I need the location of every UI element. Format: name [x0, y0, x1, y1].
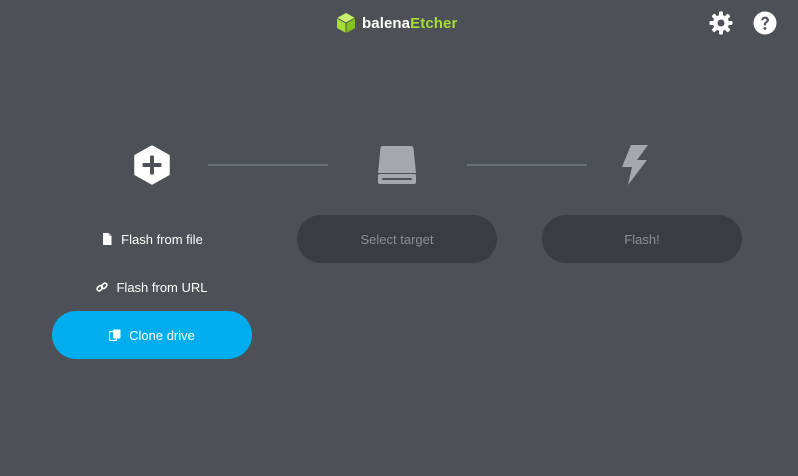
clone-drive-label: Clone drive [129, 327, 195, 343]
step-connector [208, 164, 328, 166]
etcher-window: balenaEtcher Flash from file Flash from … [0, 0, 798, 476]
copy-icon [109, 329, 121, 341]
flash-from-file-label: Flash from file [121, 231, 203, 247]
balena-cube-icon [336, 13, 356, 33]
flash-button[interactable]: Flash! [542, 215, 742, 263]
flash-from-url-button[interactable]: Flash from URL [52, 276, 252, 298]
settings-button[interactable] [709, 11, 733, 35]
select-target-button[interactable]: Select target [297, 215, 497, 263]
flash-from-file-button[interactable]: Flash from file [52, 228, 252, 250]
app-logo: balenaEtcher [336, 12, 457, 34]
question-circle-icon [753, 11, 777, 35]
flash-label: Flash! [624, 231, 660, 247]
lightning-bolt-icon [622, 145, 648, 185]
help-button[interactable] [753, 11, 777, 35]
drive-icon [378, 146, 416, 184]
file-icon [103, 233, 112, 245]
brand-name-balena: balena [362, 14, 411, 32]
clone-drive-button[interactable]: Clone drive [52, 311, 252, 359]
gear-icon [709, 11, 733, 35]
step-connector [467, 164, 587, 166]
select-target-label: Select target [360, 231, 434, 247]
brand-name-etcher: Etcher [410, 14, 458, 32]
flash-from-url-label: Flash from URL [116, 279, 208, 295]
plus-hexagon-icon [134, 145, 170, 185]
link-icon [96, 282, 109, 292]
